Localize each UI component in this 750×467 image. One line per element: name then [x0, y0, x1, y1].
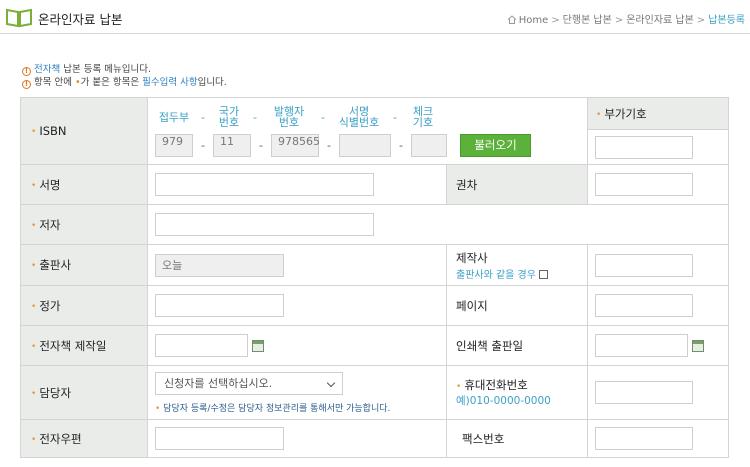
pages-label: 페이지	[446, 285, 588, 326]
same-as-publisher-checkbox[interactable]	[538, 269, 548, 279]
isbn-dash: -	[399, 138, 403, 152]
mobile-label: • 휴대전화번호	[456, 378, 528, 392]
isbn-country-input[interactable]: 11	[213, 133, 251, 157]
warning-icon: !	[22, 80, 31, 89]
breadcrumb-home[interactable]: Home	[519, 15, 549, 26]
isbn-headers: 접두부 - 국가 번호 - 발행자 번호 - 서명 식별번호 - 체크 기호	[155, 106, 587, 128]
page-title: 온라인자료 납본	[38, 12, 123, 27]
price-cell	[147, 285, 447, 326]
note-line-1: ! 전자책 납본 등록 메뉴입니다.	[22, 63, 227, 76]
producer-cell	[587, 244, 729, 286]
book-icon	[6, 8, 32, 28]
manager-select[interactable]: 신청자를 선택하십시오.	[155, 371, 343, 395]
volume-cell	[587, 164, 729, 205]
isbn-check-input[interactable]	[411, 133, 447, 157]
mobile-input[interactable]	[595, 381, 693, 404]
breadcrumb-monograph[interactable]: 단행본 납본	[563, 15, 612, 26]
ebook-date-input[interactable]	[155, 334, 248, 357]
print-date-input[interactable]	[595, 334, 688, 357]
pages-cell	[587, 285, 729, 326]
producer-label-cell: 제작사 출판사와 같을 경우	[446, 244, 588, 286]
publisher-label: • 출판사	[20, 244, 148, 286]
isbn-label: • ISBN	[20, 97, 148, 165]
mobile-label-cell: • 휴대전화번호 예)010-0000-0000	[446, 365, 588, 420]
mobile-example: 예)010-0000-0000	[456, 395, 551, 407]
isbn-head-dash: -	[393, 110, 397, 124]
manager-hint: • 담당자 등록/수정은 담당자 정보관리를 통해서만 가능합니다.	[155, 403, 391, 414]
note-line-2: ! 항목 안에 •가 붙은 항목은 필수입력 사항입니다.	[22, 76, 227, 89]
isbn-head-dash: -	[321, 110, 325, 124]
same-as-publisher: 출판사와 같을 경우	[456, 266, 587, 281]
breadcrumb-separator: >	[614, 15, 624, 26]
page-header: 온라인자료 납본 Home > 단행본 납본 > 온라인자료 납본 > 납본등록	[0, 0, 750, 34]
isbn-publisher-input[interactable]: 978565	[271, 133, 320, 157]
form-notes: ! 전자책 납본 등록 메뉴입니다. ! 항목 안에 •가 붙은 항목은 필수입력 …	[22, 63, 227, 89]
additional-code-label: • 부가기호	[587, 97, 729, 130]
breadcrumb-online[interactable]: 온라인자료 납본	[626, 15, 694, 26]
warning-icon: !	[22, 67, 31, 76]
isbn-head-country: 국가 번호	[218, 104, 240, 129]
isbn-dash: -	[327, 138, 331, 152]
note-text: 납본 등록 메뉴입니다.	[60, 64, 151, 75]
author-input[interactable]	[155, 213, 374, 236]
note-text: 입니다.	[197, 77, 227, 88]
publisher-cell: 오늘	[147, 244, 447, 286]
fax-input[interactable]	[595, 427, 693, 450]
additional-code-cell	[587, 129, 729, 165]
breadcrumb-separator: >	[696, 15, 706, 26]
note-text: 항목 안에	[34, 77, 75, 88]
calendar-icon[interactable]	[252, 339, 264, 352]
note-text: 가 붙은 항목은	[80, 77, 143, 88]
mobile-cell	[587, 365, 729, 420]
isbn-head-dash: -	[201, 110, 205, 124]
registration-form: • ISBN 접두부 - 국가 번호 - 발행자 번호 - 서명 식별번호 - 체…	[20, 97, 729, 458]
note-ebook: 전자책	[34, 64, 61, 75]
home-icon	[507, 15, 517, 24]
isbn-cell: 접두부 - 국가 번호 - 발행자 번호 - 서명 식별번호 - 체크 기호 9…	[147, 97, 588, 165]
title-input[interactable]	[155, 173, 374, 196]
title-cell	[147, 164, 447, 205]
isbn-title-id-input[interactable]	[339, 133, 391, 157]
breadcrumb-separator: >	[551, 15, 560, 26]
breadcrumb: Home > 단행본 납본 > 온라인자료 납본 > 납본등록	[507, 11, 745, 26]
fax-label: 팩스번호	[446, 419, 588, 458]
pages-input[interactable]	[595, 294, 693, 317]
email-label: • 전자우편	[20, 419, 148, 458]
manager-label: • 담당자	[20, 365, 148, 420]
breadcrumb-current: 납본등록	[708, 15, 745, 26]
price-input[interactable]	[155, 294, 284, 317]
ebook-date-cell	[147, 325, 447, 366]
volume-label: 권차	[446, 164, 588, 205]
isbn-dash: -	[259, 138, 263, 152]
note-required: 필수입력 사항	[142, 77, 198, 88]
email-input[interactable]	[155, 427, 284, 450]
author-cell	[147, 204, 729, 245]
calendar-icon[interactable]	[692, 339, 704, 352]
isbn-head-title-id: 서명 식별번호	[338, 104, 380, 129]
author-label: • 저자	[20, 204, 148, 245]
email-cell	[147, 419, 447, 458]
isbn-prefix-input[interactable]: 979	[155, 133, 193, 157]
publisher-input[interactable]: 오늘	[155, 253, 284, 277]
producer-input[interactable]	[595, 253, 693, 277]
fax-cell	[587, 419, 729, 458]
isbn-head-dash: -	[253, 110, 257, 124]
isbn-dash: -	[201, 138, 205, 152]
print-date-label: 인쇄책 출판일	[446, 325, 588, 366]
producer-label: 제작사	[456, 250, 488, 265]
title-label: • 서명	[20, 164, 148, 205]
isbn-head-check: 체크 기호	[412, 104, 434, 129]
isbn-inputs: 979 - 11 - 978565 - - 불러오기	[155, 133, 587, 157]
volume-input[interactable]	[595, 173, 693, 196]
manager-cell: 신청자를 선택하십시오. • 담당자 등록/수정은 담당자 정보관리를 통해서만…	[147, 365, 447, 420]
ebook-date-label: • 전자책 제작일	[20, 325, 148, 366]
isbn-head-prefix: 접두부	[158, 110, 190, 124]
additional-code-input[interactable]	[595, 135, 693, 159]
chevron-down-icon	[326, 378, 336, 387]
print-date-cell	[587, 325, 729, 366]
load-isbn-button[interactable]: 불러오기	[460, 133, 531, 157]
price-label: • 정가	[20, 285, 148, 326]
isbn-head-publisher: 발행자 번호	[273, 104, 305, 129]
